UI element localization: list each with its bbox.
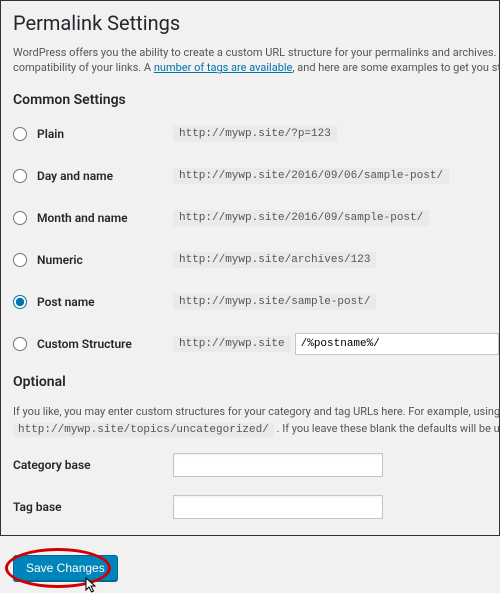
intro-line2b: , and here are some examples to get you … bbox=[292, 61, 500, 74]
radio-cell-dayname: Day and name bbox=[13, 169, 173, 183]
radio-cell-custom: Custom Structure bbox=[13, 337, 173, 351]
radio-plain[interactable] bbox=[13, 127, 27, 141]
option-numeric-row: Numeric http://mywp.site/archives/123 bbox=[13, 248, 499, 272]
label-numeric[interactable]: Numeric bbox=[37, 253, 83, 267]
tag-base-row: Tag base bbox=[13, 495, 499, 519]
option-plain-row: Plain http://mywp.site/?p=123 bbox=[13, 122, 499, 146]
radio-custom[interactable] bbox=[13, 337, 27, 351]
label-plain[interactable]: Plain bbox=[37, 127, 64, 141]
category-base-label: Category base bbox=[13, 458, 173, 472]
optional-intro: If you like, you may enter custom struct… bbox=[13, 404, 499, 439]
opt-text1: If you like, you may enter custom struct… bbox=[13, 405, 500, 418]
intro-line1: WordPress offers you the ability to crea… bbox=[13, 46, 500, 59]
page-title: Permalink Settings bbox=[13, 11, 499, 35]
settings-wrap: Permalink Settings WordPress offers you … bbox=[13, 11, 499, 581]
save-changes-button[interactable]: Save Changes bbox=[13, 555, 118, 581]
optional-heading: Optional bbox=[13, 374, 499, 390]
example-numeric: http://mywp.site/archives/123 bbox=[173, 252, 376, 268]
example-monthname: http://mywp.site/2016/09/sample-post/ bbox=[173, 210, 429, 226]
example-plain: http://mywp.site/?p=123 bbox=[173, 126, 337, 142]
opt-text4: . If you leave these blank the defaults … bbox=[274, 422, 500, 435]
option-custom-row: Custom Structure http://mywp.site bbox=[13, 332, 499, 356]
tag-base-label: Tag base bbox=[13, 500, 173, 514]
intro-text: WordPress offers you the ability to crea… bbox=[13, 45, 499, 76]
label-postname[interactable]: Post name bbox=[37, 295, 95, 309]
option-monthname-row: Month and name http://mywp.site/2016/09/… bbox=[13, 206, 499, 230]
opt-code2: http://mywp.site/topics/uncategorized/ bbox=[13, 423, 274, 437]
option-postname-row: Post name http://mywp.site/sample-post/ bbox=[13, 290, 499, 314]
common-settings-heading: Common Settings bbox=[13, 92, 499, 108]
example-postname: http://mywp.site/sample-post/ bbox=[173, 294, 376, 310]
category-base-row: Category base bbox=[13, 453, 499, 477]
radio-cell-numeric: Numeric bbox=[13, 253, 173, 267]
radio-monthname[interactable] bbox=[13, 211, 27, 225]
radio-cell-monthname: Month and name bbox=[13, 211, 173, 225]
tags-available-link[interactable]: number of tags are available bbox=[154, 61, 293, 74]
custom-prefix: http://mywp.site bbox=[173, 336, 291, 352]
category-base-input[interactable] bbox=[173, 453, 383, 477]
example-dayname: http://mywp.site/2016/09/06/sample-post/ bbox=[173, 168, 449, 184]
radio-cell-plain: Plain bbox=[13, 127, 173, 141]
tag-base-input[interactable] bbox=[173, 495, 383, 519]
radio-postname[interactable] bbox=[13, 295, 27, 309]
label-monthname[interactable]: Month and name bbox=[37, 211, 128, 225]
custom-structure-input[interactable] bbox=[295, 333, 499, 355]
option-dayname-row: Day and name http://mywp.site/2016/09/06… bbox=[13, 164, 499, 188]
label-dayname[interactable]: Day and name bbox=[37, 169, 113, 183]
radio-cell-postname: Post name bbox=[13, 295, 173, 309]
label-custom[interactable]: Custom Structure bbox=[37, 337, 132, 351]
intro-line2a: compatibility of your links. A bbox=[13, 61, 154, 74]
submit-area: Save Changes bbox=[13, 555, 118, 581]
radio-dayname[interactable] bbox=[13, 169, 27, 183]
radio-numeric[interactable] bbox=[13, 253, 27, 267]
